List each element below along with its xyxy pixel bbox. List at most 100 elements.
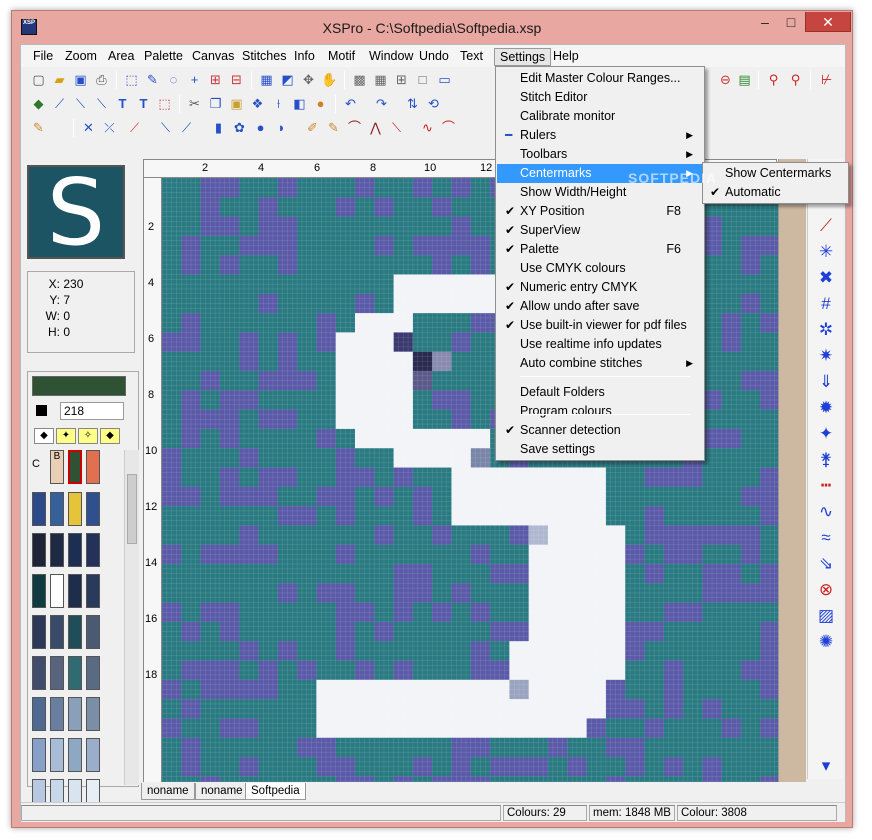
settings-menu-item[interactable]: ✔ Scanner detection: [497, 421, 703, 440]
arrow-diagonal-icon[interactable]: ⇘: [815, 553, 837, 575]
stitch-cell[interactable]: [760, 390, 778, 411]
stitch-cell[interactable]: [760, 718, 778, 739]
stitch-cell[interactable]: [277, 564, 298, 584]
stitch-cell[interactable]: [181, 293, 202, 314]
doc-tab-2[interactable]: noname: [195, 783, 249, 800]
paste-special-icon[interactable]: ❖: [248, 94, 267, 113]
menu-area[interactable]: Area: [103, 48, 139, 66]
backstitch-icon[interactable]: ⟋: [125, 118, 144, 137]
menu-settings[interactable]: Settings: [494, 48, 552, 66]
stitch-cell[interactable]: [644, 564, 665, 584]
document-icon[interactable]: ▤: [735, 70, 754, 89]
palette-swatch[interactable]: [68, 656, 82, 690]
sun-stitch-icon[interactable]: ✹: [815, 397, 837, 419]
arc-icon[interactable]: ⌒: [345, 118, 364, 137]
curve-icon[interactable]: ∿: [418, 118, 437, 137]
stitch-cell[interactable]: [702, 293, 723, 314]
stitch-cell[interactable]: [702, 390, 723, 411]
add-selection-icon[interactable]: ⊞: [206, 70, 225, 89]
menu-palette[interactable]: Palette: [139, 48, 188, 66]
undo-icon[interactable]: ↶: [341, 94, 360, 113]
doc-tab-1[interactable]: noname: [141, 783, 195, 800]
flip-icon[interactable]: ⇅: [403, 94, 422, 113]
settings-menu-item[interactable]: Stitch Editor: [497, 88, 703, 107]
stitch-cell[interactable]: [277, 718, 298, 739]
palette-swatch[interactable]: [50, 738, 64, 772]
palette-swatch[interactable]: [86, 738, 100, 772]
settings-menu-item[interactable]: Auto combine stitches ▶: [497, 354, 703, 373]
cross-stitch-icon[interactable]: ✕: [79, 118, 98, 137]
stitch-cell[interactable]: [374, 390, 395, 411]
select-lasso-icon[interactable]: ◌: [164, 70, 183, 89]
settings-menu-item[interactable]: ━ Rulers ▶: [497, 126, 703, 145]
pin-icon[interactable]: ⚲: [764, 70, 783, 89]
palette-swatch-selected[interactable]: [68, 450, 82, 484]
select-rectangle-icon[interactable]: ⬚: [122, 70, 141, 89]
spark-stitch-icon[interactable]: ✦: [815, 423, 837, 445]
settings-menu-item[interactable]: Toolbars ▶: [497, 145, 703, 164]
crosshair-icon[interactable]: +: [185, 70, 204, 89]
palette-swatch[interactable]: [68, 574, 82, 608]
stitch-cell[interactable]: [702, 564, 723, 584]
menu-undo[interactable]: Undo: [414, 48, 454, 66]
palette-swatch[interactable]: B: [50, 450, 64, 484]
move-icon[interactable]: ✥: [299, 70, 318, 89]
curve-open-icon[interactable]: ⌒: [439, 118, 458, 137]
palette-swatch[interactable]: [32, 492, 46, 526]
stitch-cell[interactable]: [181, 718, 202, 739]
menu-motif[interactable]: Motif: [323, 48, 360, 66]
print-icon[interactable]: ⎙: [92, 70, 111, 89]
palette-swatch[interactable]: [86, 656, 100, 690]
palette-swatch[interactable]: [86, 615, 100, 649]
palette-swatch[interactable]: [32, 656, 46, 690]
stitch-cell[interactable]: [277, 255, 298, 275]
blank-grid-icon[interactable]: □: [413, 70, 432, 89]
replace-color-icon[interactable]: ●: [311, 94, 330, 113]
palette-swatch[interactable]: [68, 533, 82, 567]
palette-tab-2[interactable]: ✦: [56, 428, 76, 444]
grid-medium-icon[interactable]: ▦: [371, 70, 390, 89]
asterisk-stitch-icon[interactable]: ✺: [815, 631, 837, 653]
needle-double-icon[interactable]: ⟍: [92, 94, 111, 113]
menu-info[interactable]: Info: [289, 48, 320, 66]
superview-preview[interactable]: S: [27, 159, 125, 266]
remove-selection-icon[interactable]: ⊟: [227, 70, 246, 89]
close-button[interactable]: ✕: [805, 12, 851, 32]
star-stitch-icon[interactable]: ✳: [815, 241, 837, 263]
stitch-cell[interactable]: [702, 718, 723, 739]
stitch-cell[interactable]: [760, 564, 778, 584]
palette-swatch[interactable]: [86, 574, 100, 608]
zoom-out-icon[interactable]: ⊖: [716, 70, 735, 89]
arc-text-icon[interactable]: ⋀: [366, 118, 385, 137]
stitch-cell[interactable]: [374, 564, 395, 584]
stitch-cell[interactable]: [548, 718, 568, 739]
stitch-cell[interactable]: [644, 660, 665, 681]
palette-tab-1[interactable]: ◆: [34, 428, 54, 444]
menu-text[interactable]: Text: [455, 48, 488, 66]
stitch-cell[interactable]: [760, 293, 778, 314]
stitch-cell[interactable]: [239, 197, 259, 218]
text-outline-icon[interactable]: T: [134, 94, 153, 113]
new-file-icon[interactable]: ▢: [29, 70, 48, 89]
marker-icon[interactable]: ✐: [303, 118, 322, 137]
bead-icon[interactable]: ▮: [209, 118, 228, 137]
palette-swatch[interactable]: [50, 656, 64, 690]
menu-stitches[interactable]: Stitches: [237, 48, 291, 66]
stitch-cell[interactable]: [239, 564, 259, 584]
settings-menu-item[interactable]: Calibrate monitor: [497, 107, 703, 126]
settings-menu-item[interactable]: ✔ Use built-in viewer for pdf files: [497, 316, 703, 335]
rotate-icon[interactable]: ⟲: [424, 94, 443, 113]
paste-icon[interactable]: ▣: [227, 94, 246, 113]
stitch-cell[interactable]: [239, 660, 259, 681]
cancel-stitch-icon[interactable]: ⊗: [815, 579, 837, 601]
palette-swatch[interactable]: [68, 615, 82, 649]
stitch-cell[interactable]: [374, 255, 395, 275]
stitch-cell[interactable]: [702, 255, 723, 275]
needle-icon[interactable]: ⟋: [50, 94, 69, 113]
marker-a-icon[interactable]: ✎: [324, 118, 343, 137]
save-icon[interactable]: ▣: [71, 70, 90, 89]
stitch-cell[interactable]: [277, 293, 298, 314]
stitch-cell[interactable]: [239, 255, 259, 275]
half-stitch-icon[interactable]: ◗: [272, 118, 291, 137]
palette-swatch[interactable]: [86, 533, 100, 567]
